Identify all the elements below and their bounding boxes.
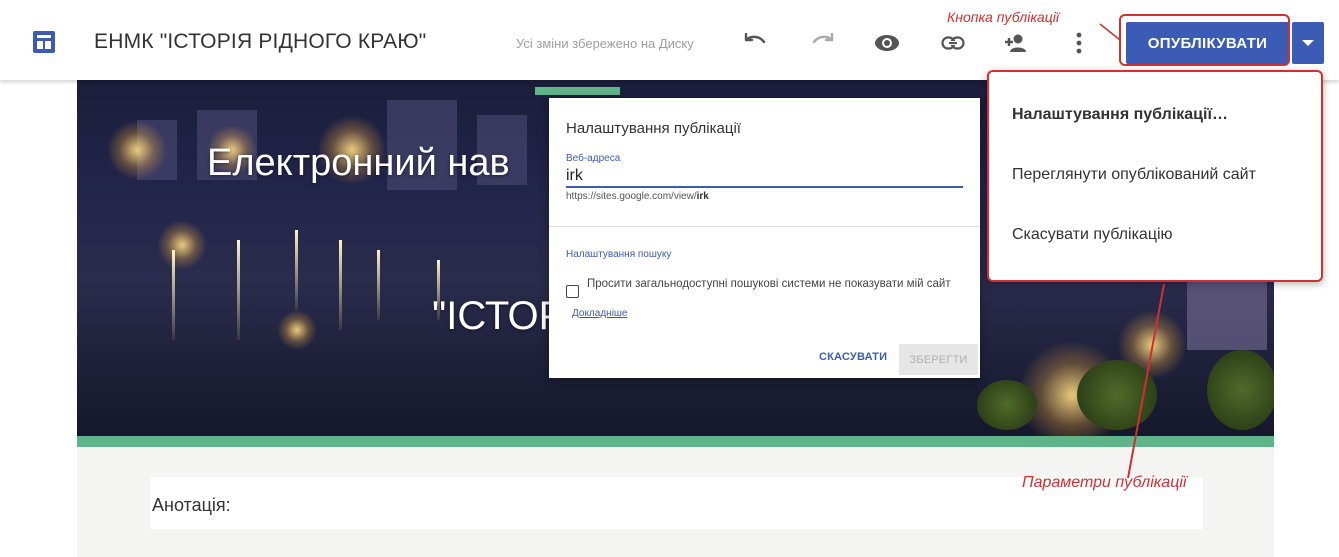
link-icon[interactable] [940, 30, 966, 56]
save-status: Усі зміни збережено на Диску [516, 36, 694, 51]
search-settings-label: Налаштування пошуку [566, 249, 672, 260]
top-app-bar: ЕНМК "ІСТОРІЯ РІДНОГО КРАЮ" Усі зміни зб… [0, 0, 1339, 80]
dialog-accent-band [535, 87, 620, 95]
menu-item-publish-settings[interactable]: Налаштування публікації… [1012, 106, 1228, 124]
url-suffix: irk [696, 191, 709, 202]
callout-publish-button: Кнопка публікації [947, 9, 1059, 25]
dialog-divider [549, 226, 980, 227]
callout-publish-options: Параметри публікації [1022, 474, 1187, 491]
hero-title-line1: Електронний нав [207, 142, 510, 184]
hero-title-line2: "ІСТОР [432, 294, 566, 338]
undo-icon[interactable] [742, 30, 768, 56]
web-address-label: Веб-адреса [566, 153, 621, 164]
more-vert-icon[interactable] [1066, 30, 1092, 56]
publish-button[interactable]: ОПУБЛІКУВАТИ [1126, 22, 1289, 64]
dialog-cancel-button[interactable]: СКАСУВАТИ [819, 351, 887, 363]
hide-from-search-checkbox[interactable] [566, 285, 579, 298]
dialog-title: Налаштування публікації [566, 120, 741, 137]
hide-from-search-label[interactable]: Просити загальнодоступні пошукові систем… [587, 278, 972, 291]
menu-item-unpublish[interactable]: Скасувати публікацію [1012, 226, 1173, 244]
hero-green-band [77, 436, 1274, 447]
redo-icon[interactable] [810, 30, 836, 56]
menu-item-view-published-site[interactable]: Переглянути опублікований сайт [1012, 166, 1256, 184]
site-title[interactable]: ЕНМК "ІСТОРІЯ РІДНОГО КРАЮ" [94, 30, 426, 54]
publish-settings-dialog: Налаштування публікації Веб-адреса https… [549, 98, 980, 378]
annotation-heading: Анотація: [152, 495, 231, 515]
dropdown-arrow-icon[interactable] [1292, 22, 1324, 64]
publish-options-menu: Налаштування публікації… Переглянути опу… [987, 70, 1323, 282]
web-address-input[interactable] [566, 166, 963, 188]
page-root: ЕНМК "ІСТОРІЯ РІДНОГО КРАЮ" Усі зміни зб… [0, 0, 1339, 557]
preview-eye-icon[interactable] [874, 30, 900, 56]
learn-more-link[interactable]: Докладніше [572, 308, 628, 319]
dialog-save-button[interactable]: ЗБЕРЕГТИ [899, 344, 978, 375]
url-prefix: https://sites.google.com/view/ [566, 191, 697, 202]
sites-logo-icon[interactable] [33, 31, 55, 53]
add-person-icon[interactable] [1002, 30, 1028, 56]
full-url-preview: https://sites.google.com/view/irk [566, 191, 709, 202]
